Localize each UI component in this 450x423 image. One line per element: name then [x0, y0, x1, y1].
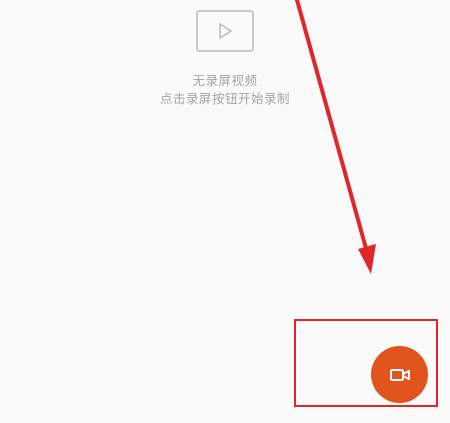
video-play-icon: [196, 10, 254, 52]
screen-recorder-screen: 无录屏视频 点击录屏按钮开始录制: [0, 0, 450, 423]
empty-title: 无录屏视频: [192, 73, 258, 88]
record-button[interactable]: [371, 346, 428, 403]
empty-hint: 点击录屏按钮开始录制: [159, 91, 290, 106]
empty-state: 无录屏视频 点击录屏按钮开始录制: [0, 10, 450, 108]
video-camera-icon: [388, 363, 412, 387]
